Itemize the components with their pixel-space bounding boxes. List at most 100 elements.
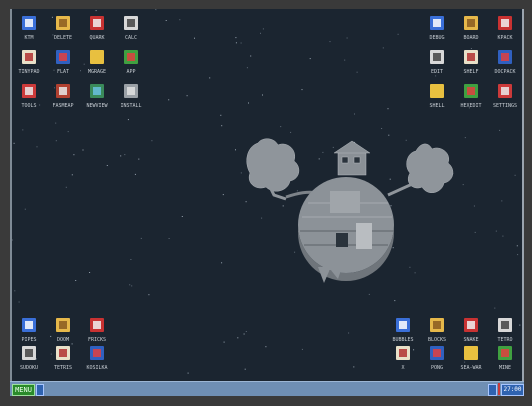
desktop-icon-tinypad[interactable]: TINYPAD [12, 49, 46, 81]
star [473, 205, 475, 207]
star [168, 99, 170, 101]
pong-icon [429, 345, 445, 361]
star [73, 154, 75, 156]
desktop-icon-label: FRICKS [87, 337, 107, 343]
drive-icon [463, 49, 479, 65]
grid-game-icon [55, 345, 71, 361]
star [301, 89, 303, 91]
desktop-icon-delete[interactable]: DELETE [46, 15, 80, 47]
star [18, 301, 20, 303]
star [155, 9, 157, 10]
star [75, 280, 77, 281]
star [517, 254, 519, 256]
star [245, 331, 247, 332]
desktop-icon-label: KOSILKA [86, 365, 108, 371]
desktop-icon-kosilka[interactable]: KOSILKA [80, 345, 114, 377]
board-icon [463, 15, 479, 31]
desktop-left-border [10, 9, 12, 381]
desktop-icon-x[interactable]: X [386, 345, 420, 377]
star [129, 284, 131, 286]
toolbox-icon [21, 83, 37, 99]
desktop-icon-tools[interactable]: TOOLS [12, 83, 46, 115]
desktop-icon-app[interactable]: APP [114, 49, 148, 81]
taskbar-app-icon[interactable] [36, 384, 44, 396]
star [262, 28, 264, 30]
green-grid-icon [395, 345, 411, 361]
desktop-icon-newview[interactable]: NEWVIEW [80, 83, 114, 115]
desktop-icon-pong[interactable]: PONG [420, 345, 454, 377]
mine-icon [497, 345, 513, 361]
sea-war-icon [463, 345, 479, 361]
desktop-icon-sea-war[interactable]: SEA-WAR [454, 345, 488, 377]
desktop-icon-calc[interactable]: CALC [114, 15, 148, 47]
star [151, 140, 153, 142]
desktop-icon-docpack[interactable]: DOCPACK [488, 49, 522, 81]
desktop-icon-tetris[interactable]: TETRIS [46, 345, 80, 377]
puzzle-icon [497, 317, 513, 333]
grid-icon [55, 49, 71, 65]
calculator-icon [123, 15, 139, 31]
star [222, 194, 224, 196]
star [194, 37, 195, 39]
hex-editor-icon [463, 83, 479, 99]
star [474, 231, 476, 233]
star [220, 114, 222, 116]
desktop-icon-fasmeap[interactable]: FASMEAP [46, 83, 80, 115]
star [181, 216, 183, 217]
star [235, 149, 236, 151]
desktop-icon-quark[interactable]: QUARK [80, 15, 114, 47]
desktop-icon-ktm[interactable]: KTM [12, 15, 46, 47]
desktop-icon-board[interactable]: BOARD [454, 15, 488, 47]
desktop-icon-kpack[interactable]: KPACK [488, 15, 522, 47]
star [130, 259, 132, 260]
star [353, 366, 355, 368]
clock[interactable]: 27:00 [501, 384, 524, 396]
taskbar: MENU 27:00 [10, 381, 524, 396]
desktop-background[interactable]: KTM DELETE QUARK CALC TINYPAD FLAT MGRAGE APP TO… [10, 9, 524, 381]
star [397, 33, 399, 35]
mower-icon [89, 345, 105, 361]
star [148, 294, 150, 296]
desktop-icon-label: TETRO [497, 337, 513, 343]
sudoku-icon [21, 345, 37, 361]
star [237, 337, 239, 339]
star [250, 55, 252, 57]
notepad-icon [21, 49, 37, 65]
settings-panel-icon [497, 83, 513, 99]
document-pack-icon [497, 49, 513, 65]
star [344, 59, 346, 61]
star [140, 237, 142, 239]
desktop-icon-hexedit[interactable]: HEXEDIT [454, 83, 488, 115]
desktop-icon-debug[interactable]: DEBUG [420, 15, 454, 47]
bubbles-icon [395, 317, 411, 333]
star [106, 165, 108, 166]
tray-language-icon[interactable] [488, 384, 497, 396]
star [120, 155, 122, 157]
snake-icon [463, 317, 479, 333]
floppy-disk-icon [21, 15, 37, 31]
star [499, 129, 501, 131]
star [165, 20, 167, 21]
star [55, 122, 57, 124]
desktop-icon-install[interactable]: INSTALL [114, 83, 148, 115]
desktop-icon-shell[interactable]: SHELL [420, 83, 454, 115]
star [131, 285, 133, 287]
star [14, 290, 16, 292]
menu-button[interactable]: MENU [12, 384, 35, 396]
terminal-icon [429, 83, 445, 99]
star [495, 230, 497, 232]
desktop-icon-mgrage[interactable]: MGRAGE [80, 49, 114, 81]
desktop-icon-sudoku[interactable]: SUDOKU [12, 345, 46, 377]
star [464, 137, 466, 139]
desktop-icon-mine[interactable]: MINE [488, 345, 522, 377]
star [240, 42, 242, 44]
star [265, 346, 267, 348]
desktop-icon-flat[interactable]: FLAT [46, 49, 80, 81]
desktop-icon-edit[interactable]: EDIT [420, 49, 454, 81]
desktop-icon-settings[interactable]: SETTINGS [488, 83, 522, 115]
star [65, 186, 67, 188]
book-icon [89, 15, 105, 31]
desktop-icon-label: CALC [124, 35, 138, 41]
cross-tools-icon [89, 49, 105, 65]
desktop-icon-shelf[interactable]: SHELF [454, 49, 488, 81]
